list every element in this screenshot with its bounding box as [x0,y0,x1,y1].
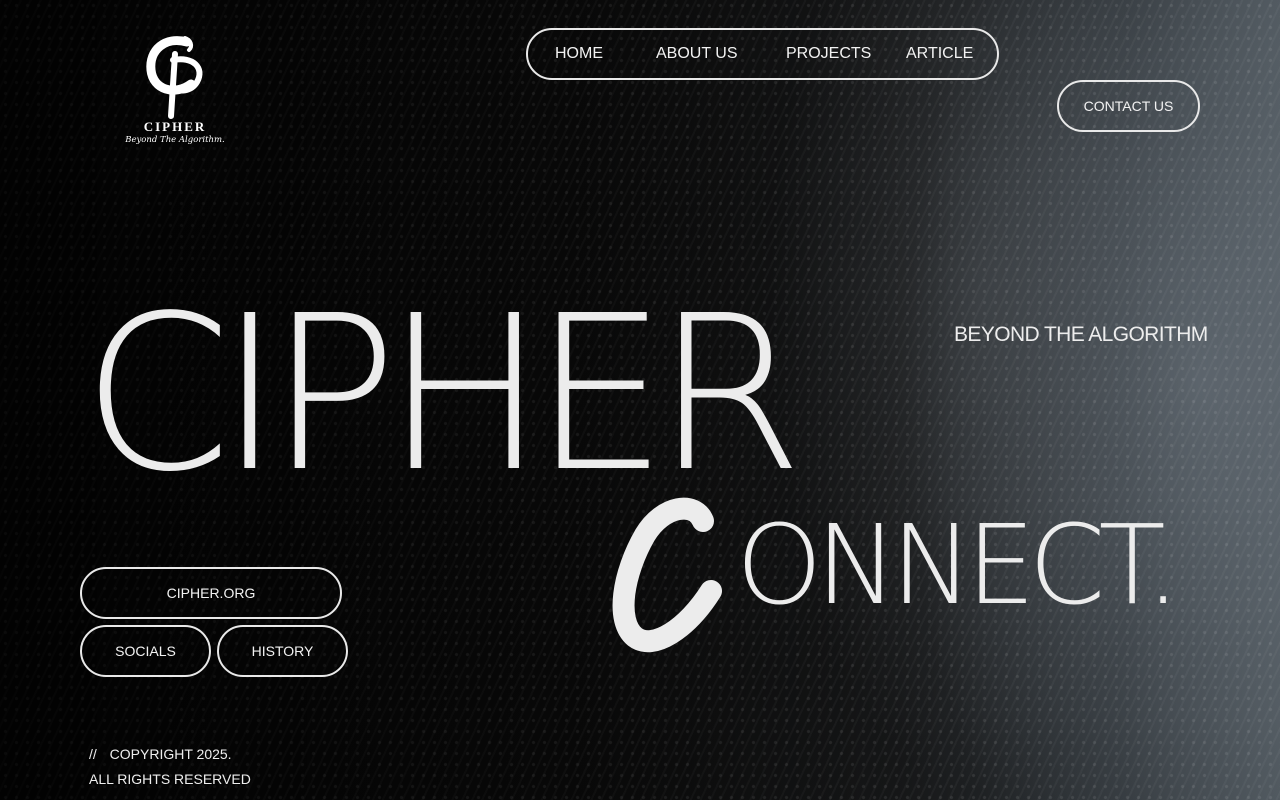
hero-title: CIPHER [82,270,803,519]
copyright-notice: // COPYRIGHT 2025. ALL RIGHTS RESERVED [89,742,251,792]
script-c-icon [612,497,722,653]
nav-item-about-us[interactable]: ABOUT US [656,30,738,78]
copyright-slashes: // [89,746,97,762]
nav-item-article[interactable]: ARTICLE [906,30,973,78]
cp-monogram-icon [146,36,203,119]
cipher-org-button[interactable]: CIPHER.ORG [80,567,342,619]
rights-reserved: ALL RIGHTS RESERVED [89,771,251,787]
connect-word: ONNECT. [736,501,1181,629]
socials-button[interactable]: SOCIALS [80,625,211,677]
connect-script-c: C [605,495,735,665]
history-button[interactable]: HISTORY [217,625,348,677]
logo-wordmark: CIPHER [143,119,207,134]
copyright-year: COPYRIGHT 2025. [109,746,232,762]
nav-item-projects[interactable]: PROJECTS [786,30,871,78]
hero-tagline: BEYOND THE ALGORITHM [954,323,1208,346]
logo[interactable]: CIPHER Beyond The Algorithm. [118,34,232,152]
contact-us-button[interactable]: CONTACT US [1057,80,1200,132]
nav-item-home[interactable]: HOME [555,30,603,78]
main-nav: HOME ABOUT US PROJECTS ARTICLE [526,28,999,80]
landing-page: CIPHER Beyond The Algorithm. HOME ABOUT … [0,0,1280,800]
logo-tagline: Beyond The Algorithm. [125,135,225,145]
